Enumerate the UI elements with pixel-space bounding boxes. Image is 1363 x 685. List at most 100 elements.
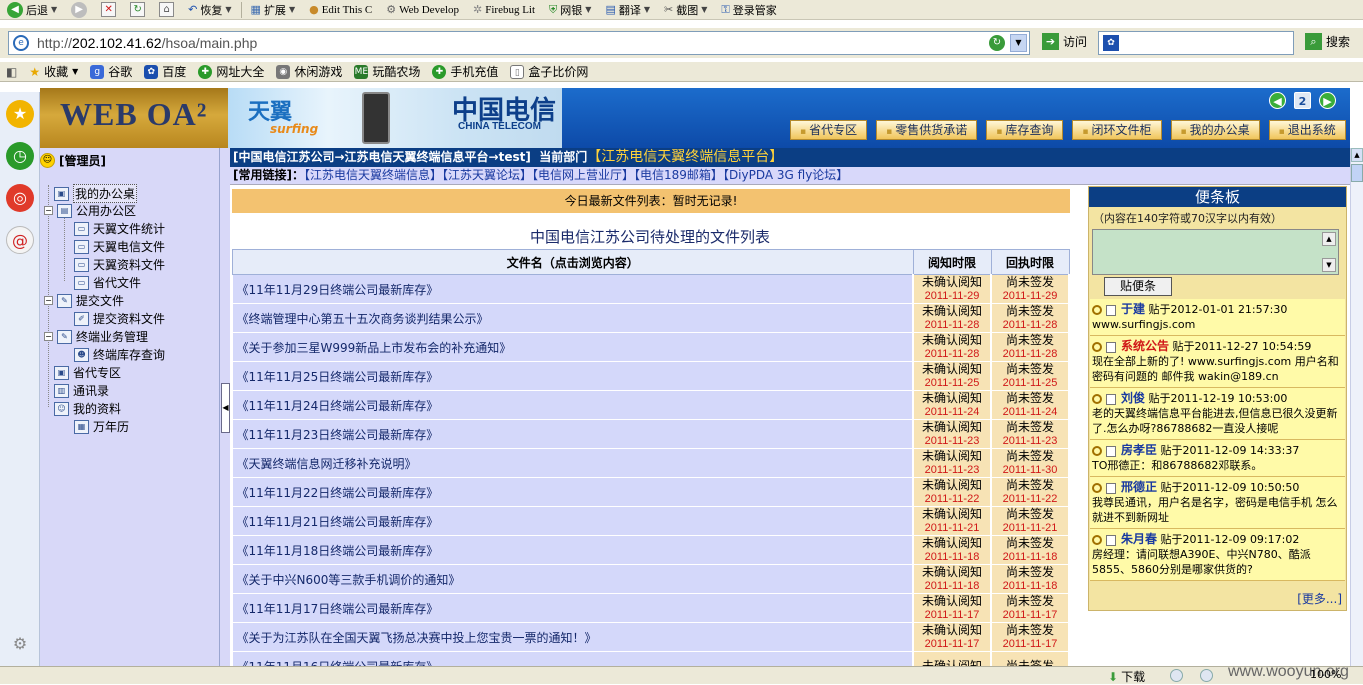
refresh-button[interactable]: ↻	[123, 0, 152, 19]
forward-button[interactable]: ▶	[64, 0, 94, 19]
table-row[interactable]: 《11年11月22日终端公司最新库存》 未确认阅知 2011-11-22 尚未签发 20…	[232, 477, 1070, 507]
tree-calendar[interactable]: ▦ 万年历	[74, 418, 129, 435]
file-name-link[interactable]: 《11年11月17日终端公司最新库存》	[232, 593, 914, 623]
scroll-up-icon[interactable]: ▲	[1322, 232, 1336, 246]
magnifier-icon[interactable]	[1092, 446, 1102, 456]
weibo-icon[interactable]: ◎	[6, 184, 34, 212]
post-memo-button[interactable]: 贴便条	[1104, 277, 1172, 296]
fav-farm[interactable]: ME 玩酷农场	[348, 63, 426, 80]
prev-page-icon[interactable]: ◀	[1269, 92, 1286, 109]
scroll-up-icon[interactable]: ▲	[1351, 148, 1363, 162]
file-name-link[interactable]: 《终端管理中心第五十五次商务谈判结果公示》	[232, 303, 914, 333]
fav-hao123[interactable]: ✚ 网址大全	[192, 63, 270, 80]
edit-this-button[interactable]: ● Edit This C	[302, 0, 379, 19]
table-row[interactable]: 《关于中兴N600等三款手机调价的通知》 未确认阅知 2011-11-18 尚未签发 2…	[232, 564, 1070, 594]
firebug-button[interactable]: ✲ Firebug Lit	[466, 0, 542, 19]
tree-terminal-business[interactable]: − ✎ 终端业务管理	[44, 328, 148, 345]
star-icon[interactable]: ★	[6, 100, 34, 128]
favorites-button[interactable]: ★ 收藏 ▼	[23, 63, 84, 80]
file-name-link[interactable]: 《11年11月25日终端公司最新库存》	[232, 361, 914, 391]
magnifier-icon[interactable]	[1092, 342, 1102, 352]
web-develop-button[interactable]: ⚙ Web Develop	[379, 0, 466, 19]
table-row[interactable]: 《11年11月16日终端公司最新库存》未确认阅知 尚未签发	[232, 651, 1070, 666]
file-name-link[interactable]: 《关于参加三星W999新品上市发布会的补充通知》	[232, 332, 914, 362]
file-name-link[interactable]: 《11年11月22日终端公司最新库存》	[232, 477, 914, 507]
magnifier-icon[interactable]	[1092, 483, 1102, 493]
memo-textarea[interactable]: ▲ ▼	[1092, 229, 1339, 275]
tree-my-profile[interactable]: ☺ 我的资料	[54, 400, 121, 417]
refresh-icon[interactable]: ↻	[989, 35, 1005, 51]
splitter[interactable]: ◀	[220, 148, 230, 666]
magnifier-icon[interactable]	[1092, 535, 1102, 545]
tree-my-desk[interactable]: ▣ 我的办公桌	[54, 184, 138, 203]
stop-button[interactable]: ✕	[94, 0, 123, 19]
netbank-button[interactable]: ⛨ 网银 ▼	[542, 0, 598, 19]
file-name-link[interactable]: 《11年11月21日终端公司最新库存》	[232, 506, 914, 536]
table-row[interactable]: 《关于为江苏队在全国天翼飞扬总决赛中投上您宝贵一票的通知！》 未确认阅知 2011-…	[232, 622, 1070, 652]
go-button[interactable]: ➔ 访问	[1042, 33, 1087, 50]
table-row[interactable]: 《11年11月25日终端公司最新库存》 未确认阅知 2011-11-25 尚未签发 20…	[232, 361, 1070, 391]
link-online-hall[interactable]: 【电信网上营业厅】	[532, 168, 634, 182]
table-row[interactable]: 《11年11月23日终端公司最新库存》 未确认阅知 2011-11-23 尚未签发 20…	[232, 419, 1070, 449]
vertical-scrollbar[interactable]: ▲	[1350, 148, 1363, 666]
sidebar-toggle[interactable]: ◧	[0, 65, 23, 79]
tree-public-office[interactable]: − ▤ 公用办公区	[44, 202, 136, 219]
tree-submit-data[interactable]: ✐ 提交资料文件	[74, 310, 165, 327]
more-link[interactable]: [更多...]	[1297, 590, 1342, 607]
plus-icon[interactable]	[1170, 669, 1183, 682]
back-button[interactable]: ◀ 后退 ▼	[0, 0, 64, 19]
screenshot-button[interactable]: ✂ 截图 ▼	[657, 0, 714, 19]
mail-icon[interactable]: @	[6, 226, 34, 254]
memo-author[interactable]: 房孝臣	[1121, 443, 1157, 457]
table-row[interactable]: 《天翼终端信息网迁移补充说明》 未确认阅知 2011-11-23 尚未签发 2011-1…	[232, 448, 1070, 478]
magnifier-icon[interactable]	[1092, 394, 1102, 404]
translate-button[interactable]: ▤ 翻译 ▼	[598, 0, 657, 19]
zoom-level[interactable]: 100%	[1310, 668, 1341, 681]
table-row[interactable]: 《关于参加三星W999新品上市发布会的补充通知》 未确认阅知 2011-11-28 尚…	[232, 332, 1070, 362]
fav-games[interactable]: ◉ 休闲游戏	[270, 63, 348, 80]
fav-recharge[interactable]: ✚ 手机充值	[426, 63, 504, 80]
home-button[interactable]: ⌂	[152, 0, 181, 19]
login-manager-button[interactable]: ⚿ 登录管家	[714, 0, 783, 19]
chevron-down-icon[interactable]: ▼	[1010, 34, 1027, 52]
tree-file-stats[interactable]: ▭ 天翼文件统计	[74, 220, 165, 237]
link-diypda[interactable]: 【DiyPDA 3G fly论坛】	[723, 168, 848, 182]
table-row[interactable]: 《11年11月21日终端公司最新库存》 未确认阅知 2011-11-21 尚未签发 20…	[232, 506, 1070, 536]
nav-desk[interactable]: 我的办公桌	[1170, 120, 1260, 140]
collapse-arrow-icon[interactable]: ◀	[221, 383, 230, 433]
fav-baidu[interactable]: ✿ 百度	[138, 63, 192, 80]
nav-retail[interactable]: 零售供货承诺	[876, 120, 978, 140]
table-row[interactable]: 《终端管理中心第五十五次商务谈判结果公示》 未确认阅知 2011-11-28 尚未签发…	[232, 303, 1070, 333]
magnifier-icon[interactable]	[1092, 305, 1102, 315]
next-page-icon[interactable]: ▶	[1319, 92, 1336, 109]
table-row[interactable]: 《11年11月18日终端公司最新库存》 未确认阅知 2011-11-18 尚未签发 20…	[232, 535, 1070, 565]
memo-author[interactable]: 刘俊	[1121, 391, 1145, 405]
nav-province[interactable]: 省代专区	[790, 120, 868, 140]
file-name-link[interactable]: 《11年11月23日终端公司最新库存》	[232, 419, 914, 449]
memo-author[interactable]: 于建	[1121, 302, 1145, 316]
restore-button[interactable]: ↶ 恢复 ▼	[181, 0, 238, 19]
extend-button[interactable]: ▦ 扩展 ▼	[244, 0, 303, 19]
tree-telecom-files[interactable]: ▭ 天翼电信文件	[74, 238, 165, 255]
table-row[interactable]: 《11年11月29日终端公司最新库存》 未确认阅知 2011-11-29 尚未签发 20…	[232, 274, 1070, 304]
tree-province-zone[interactable]: ▣ 省代专区	[54, 364, 121, 381]
table-row[interactable]: 《11年11月17日终端公司最新库存》 未确认阅知 2011-11-17 尚未签发 20…	[232, 593, 1070, 623]
memo-author[interactable]: 朱月春	[1121, 532, 1157, 546]
nav-stock[interactable]: 库存查询	[986, 120, 1064, 140]
url-input[interactable]: e http://202.102.41.62/hsoa/main.php ↻ ▼	[8, 31, 1030, 55]
scroll-down-icon[interactable]: ▼	[1322, 258, 1336, 272]
file-name-link[interactable]: 《11年11月16日终端公司最新库存》	[232, 651, 914, 666]
fav-google[interactable]: g 谷歌	[84, 63, 138, 80]
nav-cabinet[interactable]: 闭环文件柜	[1072, 120, 1162, 140]
file-name-link[interactable]: 《11年11月18日终端公司最新库存》	[232, 535, 914, 565]
download-button[interactable]: ⬇ 下载	[1108, 668, 1145, 685]
tree-data-files[interactable]: ▭ 天翼资料文件	[74, 256, 165, 273]
link-terminal-info[interactable]: 【江苏电信天翼终端信息】	[304, 168, 442, 182]
search-button[interactable]: ⌕ 搜索	[1305, 33, 1350, 50]
scroll-thumb[interactable]	[1351, 164, 1363, 182]
gear-icon[interactable]: ⚙	[6, 630, 34, 658]
tree-province-files[interactable]: ▭ 省代文件	[74, 274, 141, 291]
memo-author[interactable]: 系统公告	[1121, 339, 1169, 353]
nav-logout[interactable]: 退出系统	[1268, 120, 1346, 140]
link-189-mail[interactable]: 【电信189邮箱】	[634, 168, 723, 182]
